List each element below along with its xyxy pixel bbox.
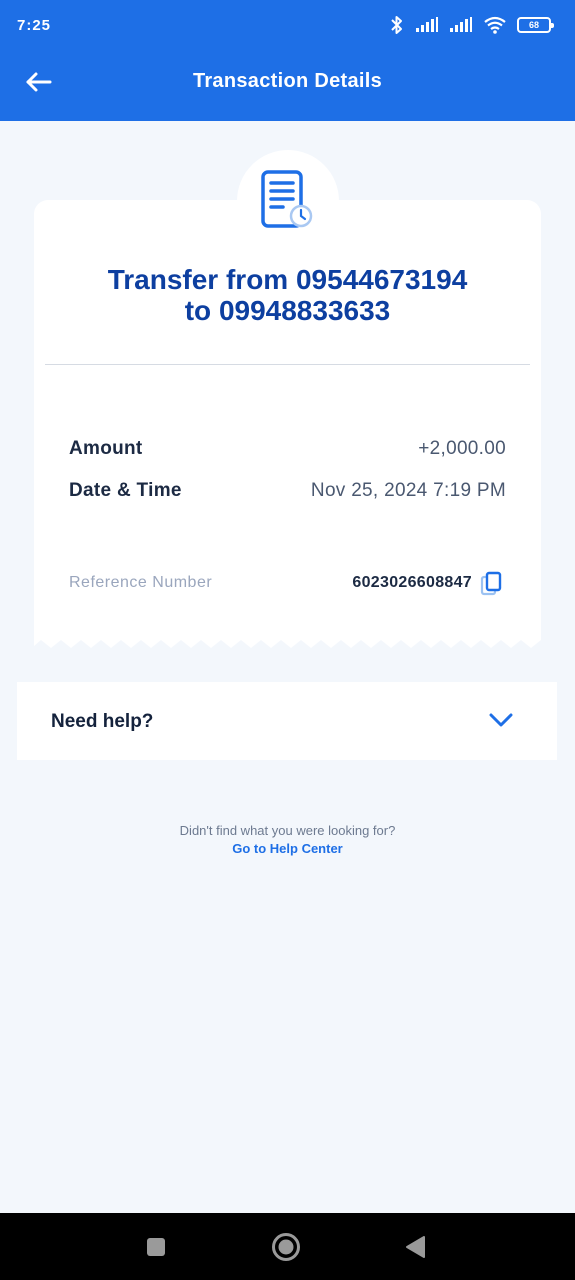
help-center-link[interactable]: Go to Help Center <box>0 841 575 856</box>
help-prompt: Didn't find what you were looking for? <box>179 823 396 838</box>
battery-icon: 68 <box>517 17 554 33</box>
chevron-down-icon <box>489 713 513 727</box>
card-divider <box>45 364 530 365</box>
signal-icon <box>416 17 438 32</box>
copy-icon[interactable] <box>480 571 502 597</box>
recents-icon[interactable] <box>146 1237 166 1257</box>
datetime-value: Nov 25, 2024 7:19 PM <box>310 480 506 501</box>
back-nav-icon[interactable] <box>404 1235 426 1259</box>
amount-label: Amount <box>69 438 143 459</box>
status-time: 7:25 <box>17 16 52 34</box>
need-help-panel[interactable]: Need help? <box>17 682 557 760</box>
home-icon[interactable] <box>271 1232 301 1262</box>
amount-value: +2,000.00 <box>418 438 506 459</box>
status-icons: 68 <box>389 15 554 35</box>
bluetooth-icon <box>391 16 402 34</box>
transaction-title-line: to 09948833633 <box>184 295 391 326</box>
reference-value: 6023026608847 <box>352 574 472 591</box>
transaction-title: Transfer from 09544673194 to 09948833633 <box>34 264 541 326</box>
need-help-label: Need help? <box>51 711 154 732</box>
battery-level: 68 <box>528 20 539 30</box>
transaction-title-line: Transfer from 09544673194 <box>107 264 468 295</box>
status-bar: 7:25 68 <box>0 0 575 50</box>
datetime-label: Date & Time <box>69 480 182 501</box>
reference-label: Reference Number <box>69 574 213 591</box>
signal-icon <box>450 17 472 32</box>
receipt-clock-icon <box>261 170 313 228</box>
system-nav-bar <box>0 1213 575 1280</box>
page-title: Transaction Details <box>192 70 383 92</box>
app-header: Transaction Details <box>0 50 575 121</box>
wifi-icon <box>484 16 506 34</box>
card-zigzag-edge <box>34 636 541 648</box>
